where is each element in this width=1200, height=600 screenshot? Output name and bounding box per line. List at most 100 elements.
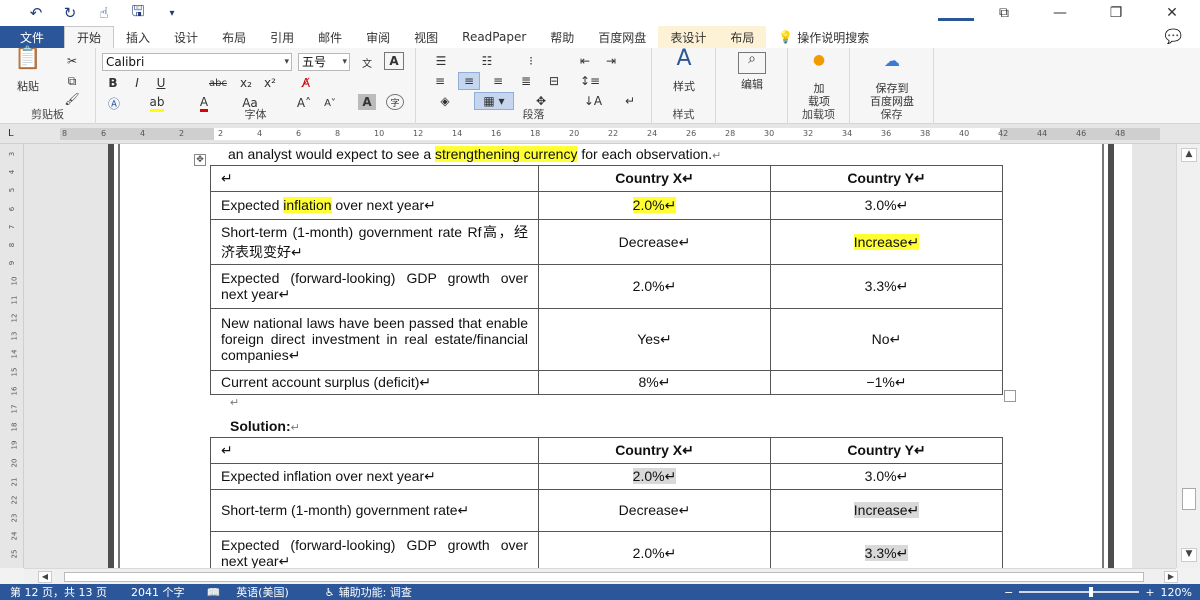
scroll-right-icon[interactable]: ▶ [1164, 571, 1178, 583]
comments-icon[interactable]: 💬 [1165, 29, 1182, 45]
table-row-label[interactable]: Expected (forward-looking) GDP growth ov… [210, 531, 539, 568]
editing-button[interactable]: ⌕ 编辑 [730, 52, 774, 91]
align-right-icon[interactable]: ≡ [488, 72, 508, 90]
zoom-slider[interactable] [1019, 587, 1140, 597]
table-cell-y[interactable]: 3.0%↵ [770, 191, 1003, 220]
zoom-slider-knob[interactable] [1089, 587, 1094, 597]
tab-design[interactable]: 设计 [162, 26, 210, 48]
document-area[interactable]: ✥ an analyst would expect to see a stren… [24, 144, 1176, 568]
italic-button[interactable]: I [128, 74, 146, 92]
touch-mode-icon[interactable]: ☝ [94, 3, 114, 23]
proofing-icon[interactable]: 📖 [206, 586, 220, 599]
tab-review[interactable]: 审阅 [354, 26, 402, 48]
bullets-icon[interactable]: ☰ [430, 52, 452, 70]
table-row-label[interactable]: Expected inflation over next year↵ [210, 191, 539, 220]
save-icon[interactable]: 🖫 [128, 2, 148, 23]
tab-help[interactable]: 帮助 [538, 26, 586, 48]
close-button[interactable]: ✕ [1144, 5, 1200, 21]
table-cell-y[interactable]: 3.3%↵ [770, 531, 1003, 568]
table-resize-handle[interactable] [1004, 390, 1016, 402]
character-border-icon[interactable]: A [384, 52, 404, 70]
table-row-label[interactable]: Short-term (1-month) government rate↵ [210, 489, 539, 532]
tab-file[interactable]: 文件 [0, 26, 65, 48]
horizontal-ruler[interactable]: L 8 6 4 2 2 4 6 8 10 12 14 16 18 20 22 24 26 28 30 32 34 36 38… [0, 124, 1200, 144]
table-move-handle[interactable]: ✥ [194, 154, 206, 166]
table-cell-y[interactable]: 3.0%↵ [770, 463, 1003, 490]
table-cell-x[interactable]: 2.0%↵ [538, 463, 771, 490]
strikethrough-button[interactable]: abc [204, 74, 232, 92]
table-cell-y[interactable]: 3.3%↵ [770, 264, 1003, 309]
increase-indent-icon[interactable]: ⇥ [600, 52, 622, 70]
decrease-indent-icon[interactable]: ⇤ [574, 52, 596, 70]
document-page[interactable]: ✥ an analyst would expect to see a stren… [108, 144, 1132, 568]
table-header-country-x[interactable]: Country X↵ [538, 165, 771, 192]
table-header-country-y[interactable]: Country Y↵ [770, 165, 1003, 192]
save-to-baidu-button[interactable]: ☁ 保存到 百度网盘 [856, 53, 928, 109]
cut-icon[interactable]: ✂ [62, 52, 82, 70]
redo-icon[interactable]: ↻ [60, 3, 80, 23]
table-row-label[interactable]: Expected (forward-looking) GDP growth ov… [210, 264, 539, 309]
table-header-cell[interactable]: ↵ [210, 437, 539, 464]
table-cell-x[interactable]: 2.0%↵ [538, 531, 771, 568]
word-count[interactable]: 2041 个字 [131, 584, 185, 600]
justify-icon[interactable]: ≣ [516, 72, 536, 90]
ribbon-display-icon[interactable]: ⧉ [976, 5, 1032, 21]
vertical-ruler[interactable]: 3 4 5 6 7 8 9 10 11 12 13 14 15 16 17 18 19 20 21 22 23 24 25 [0, 144, 24, 568]
zoom-out-icon[interactable]: − [1004, 586, 1013, 599]
multilevel-list-icon[interactable]: ⁝ [520, 52, 542, 70]
align-left-icon[interactable]: ≡ [430, 72, 450, 90]
font-size-combo[interactable]: 五号 ▾ [298, 53, 350, 71]
scroll-thumb[interactable] [1182, 488, 1196, 510]
language[interactable]: 英语(美国) [236, 584, 289, 600]
table-row-label[interactable]: Expected inflation over next year↵ [210, 463, 539, 490]
styles-button[interactable]: A 样式 [662, 48, 706, 94]
zoom-in-icon[interactable]: + [1145, 586, 1154, 599]
underline-button[interactable]: U [152, 74, 170, 92]
table-cell-x[interactable]: Decrease↵ [538, 219, 771, 265]
table-row-label[interactable]: Current account surplus (deficit)↵ [210, 370, 539, 395]
zoom-level[interactable]: 120% [1161, 586, 1192, 599]
paste-button[interactable]: 📋 粘贴 [8, 48, 48, 94]
tab-table-design[interactable]: 表设计 [658, 26, 719, 48]
tell-me-search[interactable]: 💡 操作说明搜索 [766, 26, 869, 48]
tab-mailings[interactable]: 邮件 [306, 26, 354, 48]
page-count[interactable]: 第 12 页，共 13 页 [10, 584, 107, 600]
tab-readpaper[interactable]: ReadPaper [450, 26, 538, 48]
scroll-left-icon[interactable]: ◀ [38, 571, 52, 583]
horizontal-scrollbar[interactable]: ◀ ▶ [24, 568, 1178, 584]
align-center-icon[interactable]: ≡ [458, 72, 480, 90]
table-header-country-x[interactable]: Country X↵ [538, 437, 771, 464]
copy-icon[interactable]: ⧉ [62, 72, 82, 90]
table-cell-y[interactable]: Increase↵ [770, 489, 1003, 532]
vertical-scrollbar[interactable]: ▲ ▼ [1176, 144, 1200, 568]
maximize-button[interactable]: ❐ [1088, 5, 1144, 21]
question-table[interactable]: ↵ Country X↵ Country Y↵ Expected inflati… [210, 165, 1003, 395]
tab-selector-icon[interactable]: L [8, 128, 20, 140]
table-cell-y[interactable]: −1%↵ [770, 370, 1003, 395]
solution-table[interactable]: ↵ Country X↵ Country Y↵ Expected inflati… [210, 437, 1003, 568]
subscript-button[interactable]: x₂ [236, 74, 256, 92]
tab-baidu[interactable]: 百度网盘 [586, 26, 658, 48]
accessibility-status[interactable]: ♿ 辅助功能: 调查 [325, 584, 412, 600]
superscript-button[interactable]: x² [260, 74, 280, 92]
chevron-down-icon[interactable]: ▾ [162, 3, 182, 23]
table-cell-y[interactable]: No↵ [770, 308, 1003, 371]
table-cell-x[interactable]: 8%↵ [538, 370, 771, 395]
addins-button[interactable]: ● 加 载项 [798, 53, 840, 108]
tab-insert[interactable]: 插入 [114, 26, 162, 48]
minimize-button[interactable]: — [1032, 5, 1088, 21]
tab-references[interactable]: 引用 [258, 26, 306, 48]
tab-view[interactable]: 视图 [402, 26, 450, 48]
table-cell-x[interactable]: Yes↵ [538, 308, 771, 371]
table-cell-x[interactable]: 2.0%↵ [538, 191, 771, 220]
scroll-down-icon[interactable]: ▼ [1181, 548, 1197, 562]
table-cell-y[interactable]: Increase↵ [770, 219, 1003, 265]
table-cell-x[interactable]: Decrease↵ [538, 489, 771, 532]
wen-icon[interactable]: 文 [356, 52, 378, 72]
horizontal-scroll-thumb[interactable] [64, 572, 1144, 582]
scroll-up-icon[interactable]: ▲ [1181, 148, 1197, 162]
table-header-country-y[interactable]: Country Y↵ [770, 437, 1003, 464]
tab-home[interactable]: 开始 [64, 26, 115, 48]
tab-layout[interactable]: 布局 [210, 26, 258, 48]
line-spacing-icon[interactable]: ↕≡ [578, 72, 602, 90]
